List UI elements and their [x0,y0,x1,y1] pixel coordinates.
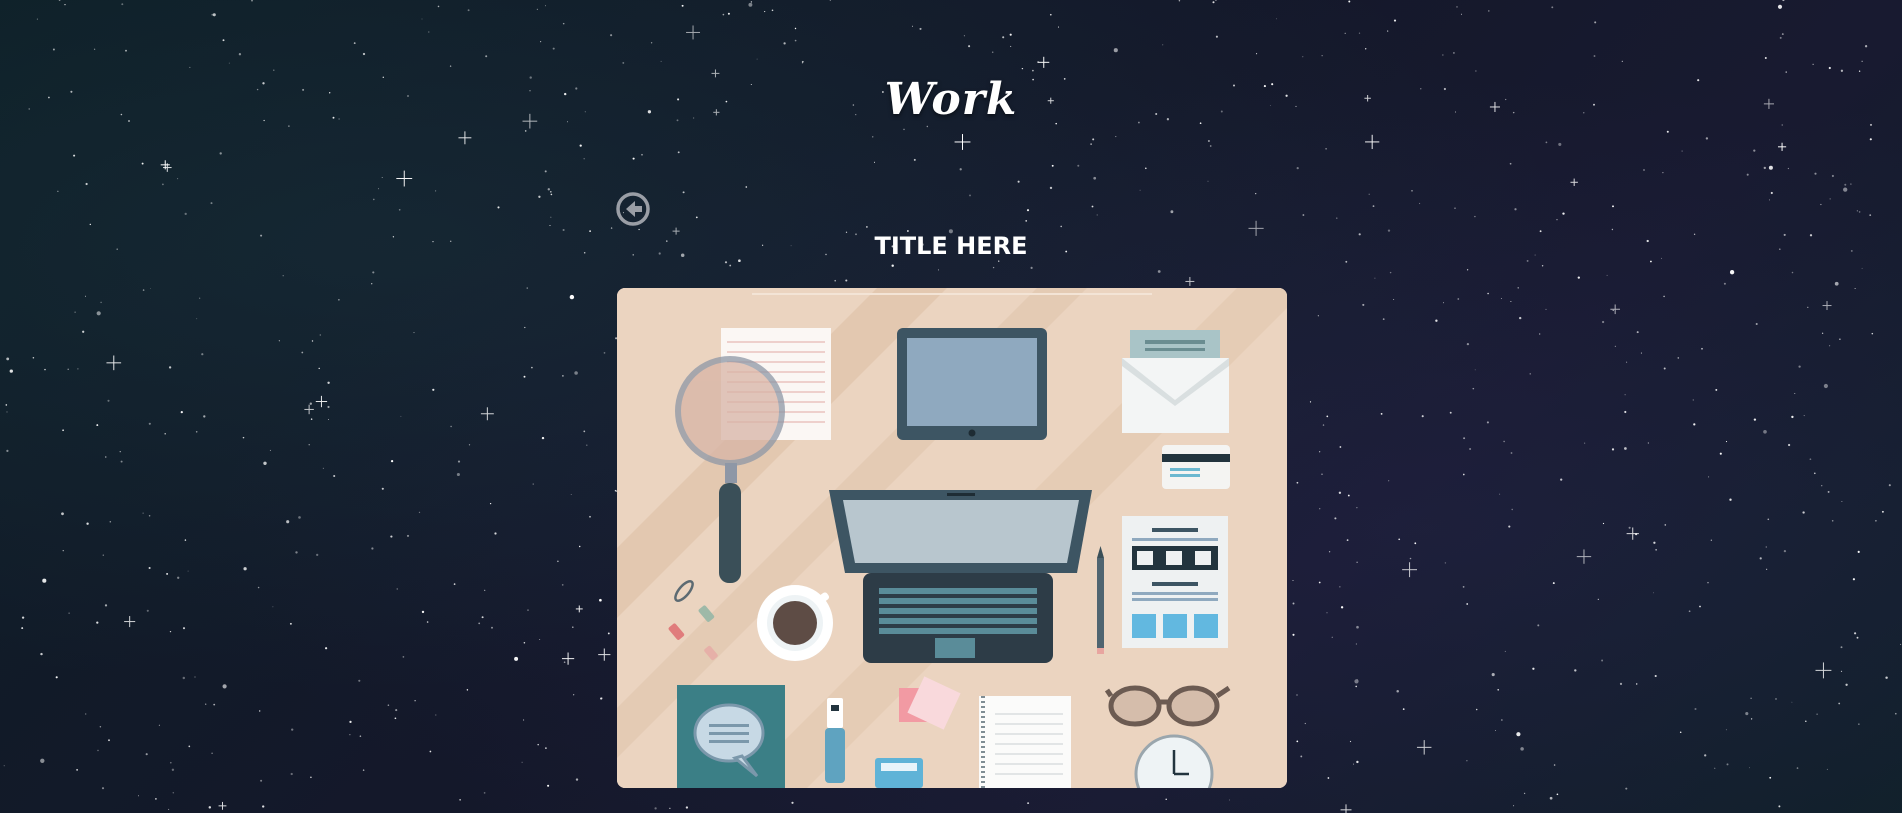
pencil-illustration [1097,546,1104,654]
document-illustration [1122,516,1228,648]
arrow-left-circle-icon [616,192,650,226]
usb-stick-illustration [825,698,845,783]
spiral-notebook-illustration [979,696,1071,788]
desk-illustration [617,288,1287,788]
coffee-cup-illustration [757,585,833,661]
credit-card-illustration [1162,445,1230,489]
calculator-illustration [875,758,923,788]
envelope-illustration [1122,330,1229,433]
page-title: Work [884,74,1018,125]
back-button[interactable] [615,191,651,227]
speech-notebook-illustration [677,685,785,788]
card-title: TITLE HERE [874,232,1028,260]
tablet-illustration [897,328,1047,440]
